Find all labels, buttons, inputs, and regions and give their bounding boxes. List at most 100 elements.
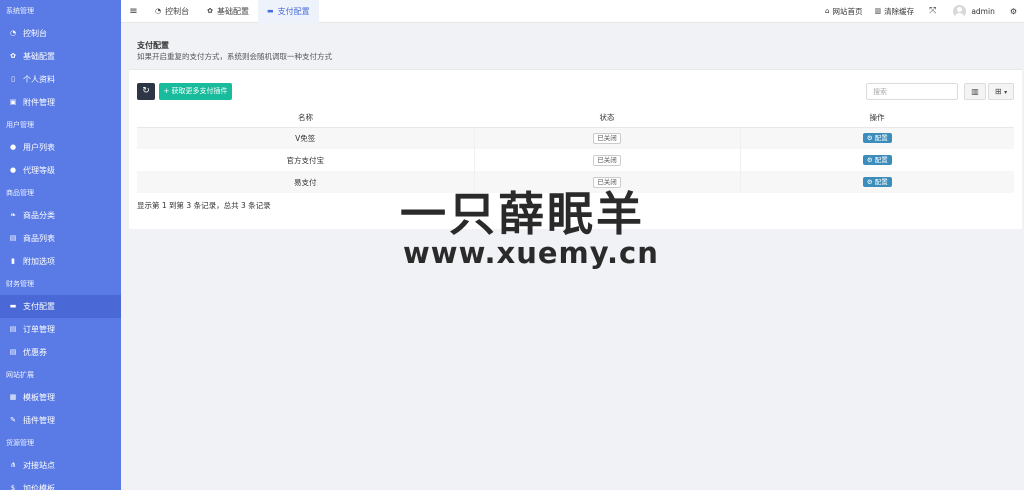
tab-dashboard[interactable]: ◔ 控制台 — [146, 0, 198, 23]
menu-toggle-icon[interactable]: ≡ — [121, 6, 146, 17]
top-right-actions: ⌂ 网站首页 ▥ 清除缓存 ⤧ admin ⚙ — [819, 0, 1024, 23]
bookmark-icon: ▮ — [11, 257, 15, 265]
sidebar-item-label: 附件管理 — [23, 98, 55, 107]
leaf-icon: ❧ — [10, 211, 16, 219]
tab-basic-config[interactable]: ✿ 基础配置 — [198, 0, 258, 23]
sidebar-item-label: 优惠券 — [23, 348, 47, 357]
sidebar-item-label: 插件管理 — [23, 416, 55, 425]
row-status-cell: 已关闭 — [474, 127, 741, 149]
sidebar-item-dashboard[interactable]: ◔ 控制台 — [0, 22, 121, 45]
columns-toggle-button[interactable]: ▥ — [964, 83, 986, 100]
get-more-plugins-label: 获取更多支付插件 — [171, 87, 228, 95]
fullscreen-icon[interactable]: ⤧ — [920, 6, 945, 16]
row-actions-cell: ⚙ 配置 — [740, 149, 1014, 171]
sidebar-item-user-list[interactable]: ● 用户列表 — [0, 136, 121, 159]
user-menu[interactable]: admin — [945, 4, 1003, 18]
config-button[interactable]: ⚙ 配置 — [862, 133, 892, 144]
watermark-title: 一只薛眠羊 — [400, 187, 645, 241]
sidebar-item-product-list[interactable]: ▤ 商品列表 — [0, 227, 121, 250]
sidebar-item-profile[interactable]: ▯ 个人资料 — [0, 68, 121, 91]
pagination-info: 显示第 1 到第 3 条记录，总共 3 条记录 — [137, 201, 271, 210]
tab-label: 控制台 — [165, 6, 190, 16]
file-icon: ▯ — [11, 75, 15, 83]
page-title: 支付配置 — [137, 41, 169, 50]
columns-icon: ▥ — [971, 87, 979, 96]
site-home-label: 网站首页 — [832, 6, 863, 16]
get-more-plugins-button[interactable]: + 获取更多支付插件 — [159, 83, 232, 100]
list-icon: ▤ — [9, 325, 17, 333]
table-row: 官方支付宝 已关闭 ⚙ 配置 — [137, 149, 1014, 171]
table-toolbar: ↻ + 获取更多支付插件 ▥ ⊞ ▾ — [137, 83, 1014, 100]
sidebar-item-label: 商品列表 — [23, 234, 55, 243]
column-header-actions: 操作 — [740, 109, 1014, 128]
sidebar-item-label: 用户列表 — [23, 143, 55, 152]
table-row: V免签 已关闭 ⚙ 配置 — [137, 127, 1014, 149]
sidebar-item-attachments[interactable]: ▣ 附件管理 — [0, 91, 121, 114]
page-description: 如果开启重复的支付方式，系统则会随机调取一种支付方式 — [137, 52, 332, 61]
table-header-row: 名称 状态 操作 — [137, 109, 1014, 128]
config-button[interactable]: ⚙ 配置 — [862, 155, 892, 165]
panel-header: 支付配置 如果开启重复的支付方式，系统则会随机调取一种支付方式 — [129, 32, 1022, 70]
row-actions-cell: ⚙ 配置 — [740, 171, 1014, 193]
puzzle-icon: ✎ — [10, 416, 16, 424]
sidebar-group-finance: 财务管理 — [6, 280, 34, 288]
site-home-link[interactable]: ⌂ 网站首页 — [819, 6, 868, 17]
status-badge[interactable]: 已关闭 — [593, 154, 621, 166]
clear-cache-button[interactable]: ▥ 清除缓存 — [869, 6, 921, 17]
chevron-down-icon: ▾ — [1004, 89, 1008, 96]
sidebar-item-categories[interactable]: ❧ 商品分类 — [0, 204, 121, 227]
template-icon: ▦ — [9, 393, 17, 401]
refresh-icon: ↻ — [142, 86, 150, 96]
config-button[interactable]: ⚙ 配置 — [862, 177, 892, 187]
sidebar-group-extensions: 网站扩展 — [6, 371, 34, 379]
gear-icon: ✿ — [207, 6, 213, 15]
sidebar-item-label: 附加选项 — [23, 257, 55, 266]
sidebar-item-label: 基础配置 — [23, 52, 55, 61]
sidebar-item-label: 订单管理 — [23, 325, 55, 334]
grid-icon: ⊞ — [994, 87, 1002, 96]
sidebar-item-coupons[interactable]: ▤ 优惠券 — [0, 341, 121, 364]
gear-icon: ⚙ — [866, 156, 875, 164]
sidebar-item-basic-config[interactable]: ✿ 基础配置 — [0, 45, 121, 68]
sidebar-item-label: 加价模板 — [23, 484, 55, 490]
gear-icon: ⚙ — [866, 178, 875, 186]
sidebar-group-users: 用户管理 — [6, 121, 34, 129]
plus-icon: + — [163, 87, 172, 95]
trash-icon: ▥ — [874, 7, 882, 15]
sidebar-item-label: 个人资料 — [23, 75, 55, 84]
dashboard-icon: ◔ — [9, 29, 17, 37]
sidebar-item-label: 模板管理 — [23, 393, 55, 402]
sidebar-item-orders[interactable]: ▤ 订单管理 — [0, 318, 121, 341]
sidebar-group-supply: 货源管理 — [6, 439, 34, 447]
sidebar-item-label: 支付配置 — [23, 302, 55, 311]
card-icon: ▬ — [266, 6, 274, 15]
sidebar-item-templates[interactable]: ▦ 模板管理 — [0, 386, 121, 409]
refresh-button[interactable]: ↻ — [137, 83, 155, 100]
user-icon: ● — [9, 166, 17, 174]
status-badge[interactable]: 已关闭 — [593, 132, 621, 144]
sidebar: 系统管理 ◔ 控制台 ✿ 基础配置 ▯ 个人资料 ▣ 附件管理 用户管理 ● 用户列表 ●… — [0, 0, 121, 490]
user-name: admin — [971, 6, 995, 16]
gear-icon: ✿ — [10, 52, 16, 60]
row-name: V免签 — [137, 127, 475, 149]
sidebar-item-label: 控制台 — [23, 29, 47, 38]
clear-cache-label: 清除缓存 — [884, 6, 915, 16]
avatar — [953, 4, 967, 18]
tab-label: 支付配置 — [277, 6, 310, 16]
sidebar-item-agent-level[interactable]: ● 代理等级 — [0, 159, 121, 182]
sidebar-item-markup[interactable]: $ 加价模板 — [0, 477, 121, 490]
tab-label: 基础配置 — [216, 6, 249, 16]
sidebar-item-sites[interactable]: ⋔ 对接站点 — [0, 454, 121, 477]
search-input[interactable] — [866, 83, 958, 100]
sidebar-item-plugins[interactable]: ✎ 插件管理 — [0, 409, 121, 432]
settings-gear-icon[interactable]: ⚙ — [1003, 7, 1024, 16]
home-icon: ⌂ — [825, 7, 830, 15]
dashboard-icon: ◔ — [155, 6, 162, 15]
tab-payment-config[interactable]: ▬ 支付配置 — [257, 0, 319, 23]
sidebar-item-payment-config[interactable]: ▬ 支付配置 — [0, 295, 121, 318]
config-label: 配置 — [874, 178, 888, 186]
grid-view-button[interactable]: ⊞ ▾ — [988, 83, 1014, 100]
sidebar-group-products: 商品管理 — [6, 189, 34, 197]
sidebar-item-addons[interactable]: ▮ 附加选项 — [0, 250, 121, 273]
sidebar-item-label: 对接站点 — [23, 461, 55, 470]
